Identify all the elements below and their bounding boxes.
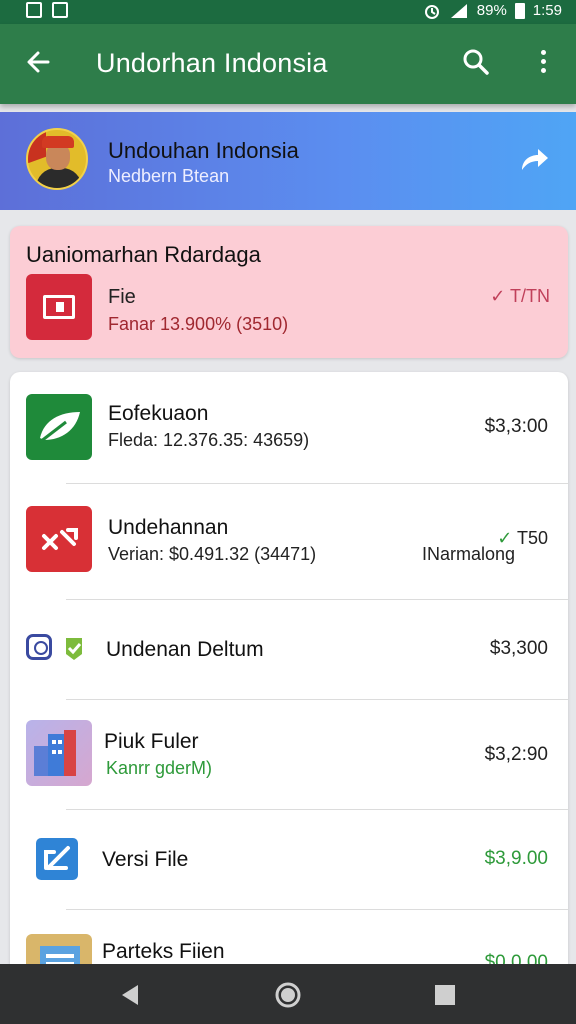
profile-banner[interactable]: Undouhan Indonsia Nedbern Btean — [0, 112, 576, 210]
arrow-left-icon[interactable] — [22, 46, 54, 78]
list-item-name: Parteks Fiien — [102, 940, 225, 963]
list-item-name: Undehannan — [108, 516, 229, 539]
list-item-sub: Fleda: 12.376.35: 43659) — [108, 430, 310, 450]
list-item-name: Versi File — [102, 848, 189, 871]
list-item-name: Piuk Fuler — [104, 730, 199, 753]
list-item[interactable]: Undehannan Verian: $0.491.32 (34471) INa… — [10, 484, 568, 600]
clock: 1:59 — [532, 2, 562, 19]
battery-icon — [514, 2, 525, 19]
status-bar: 89% 1:59 — [0, 0, 576, 24]
check-mark: ✓ — [497, 528, 513, 548]
more-vert-icon[interactable] — [530, 46, 556, 78]
highlight-item-sub: Fanar 13.900% (3510) — [108, 314, 289, 334]
share-arrows-icon — [26, 506, 92, 572]
alarm-icon — [424, 4, 439, 19]
list-item-name: Eofekuaon — [108, 402, 209, 425]
avatar[interactable] — [26, 128, 88, 190]
list-item-sub: Verian: $0.491.32 (34471) — [108, 544, 317, 564]
signal-icon — [450, 3, 467, 18]
nav-recents-icon[interactable] — [428, 978, 462, 1012]
profile-name: Undouhan Indonsia — [108, 138, 299, 163]
list-item[interactable]: Eofekuaon Fleda: 12.376.35: 43659) $3,3:… — [10, 372, 568, 484]
battery-percent: 89% — [476, 2, 507, 19]
list-item-value: $3,3:00 — [484, 416, 548, 437]
list-item-value: $3,300 — [489, 638, 548, 659]
list-item[interactable]: Versi File $3,9.00 — [10, 810, 568, 910]
nav-home-icon[interactable] — [271, 978, 305, 1012]
edit-doc-icon — [36, 838, 78, 880]
nav-back-icon[interactable] — [114, 978, 148, 1012]
list-item-name: Undenan Deltum — [106, 638, 264, 661]
highlight-status: ✓ T/TN — [490, 286, 550, 306]
list-item[interactable]: Undenan Deltum $3,300 — [10, 600, 568, 700]
list-item-status-text: T50 — [516, 528, 548, 548]
page-title: Undorhan Indonsia — [96, 48, 328, 78]
system-nav-bar — [0, 964, 576, 1024]
list-item-value: $3,2:90 — [484, 744, 548, 765]
status-left-icons — [26, 2, 68, 18]
list-item-sub: Kanrr gderM) — [106, 758, 213, 778]
app-bar: Undorhan Indonsia — [0, 24, 576, 104]
building-icon — [26, 720, 92, 786]
status-right: 89% 1:59 — [423, 2, 562, 19]
list-item[interactable]: Parteks Fiien $0,0.00 — [10, 910, 568, 972]
share-icon[interactable] — [518, 146, 550, 174]
list-item-value: $3,9.00 — [484, 848, 548, 869]
image-icon — [52, 2, 68, 18]
highlight-item-name: Fie — [108, 286, 136, 308]
profile-subtitle: Nedbern Btean — [108, 166, 230, 186]
check-pair-icon — [26, 634, 88, 662]
highlight-title: Uaniomarhan Rdardaga — [26, 242, 261, 267]
search-icon[interactable] — [460, 46, 492, 78]
list-item[interactable]: Piuk Fuler Kanrr gderM) $3,2:90 — [10, 700, 568, 810]
notification-icon — [26, 2, 42, 18]
list-item-status: ✓ T50 — [497, 528, 548, 549]
file-list: Eofekuaon Fleda: 12.376.35: 43659) $3,3:… — [10, 372, 568, 972]
leaf-icon — [26, 394, 92, 460]
highlight-card[interactable]: Uaniomarhan Rdardaga Fie Fanar 13.900% (… — [10, 226, 568, 358]
file-icon — [26, 274, 92, 340]
